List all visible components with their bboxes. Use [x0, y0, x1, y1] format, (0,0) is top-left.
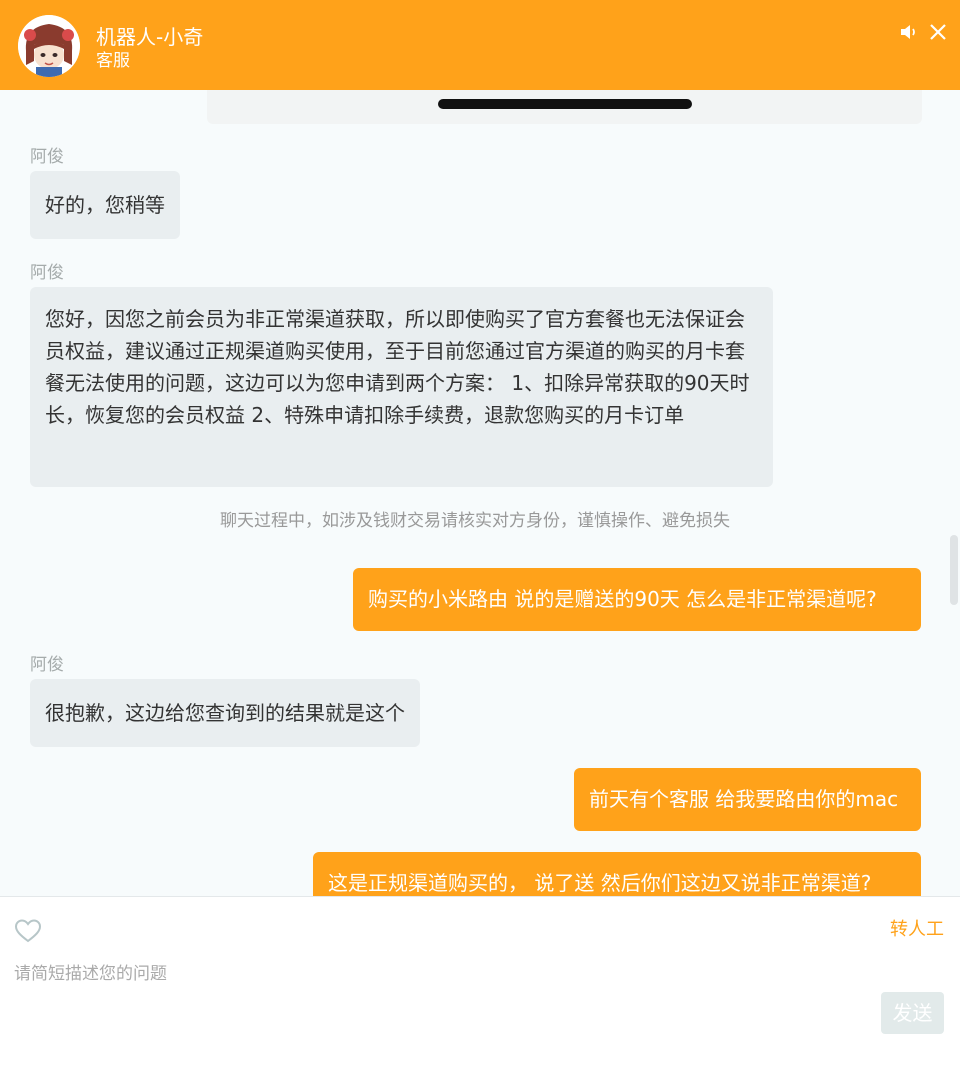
- safety-notice: 聊天过程中，如涉及钱财交易请核实对方身份，谨慎操作、避免损失: [220, 511, 730, 531]
- sender-name: 阿俊: [30, 655, 64, 675]
- outgoing-message: 购买的小米路由 说的是赠送的90天 怎么是非正常渠道呢?: [353, 568, 921, 631]
- image-content: [438, 99, 692, 109]
- message-input[interactable]: [14, 959, 874, 989]
- chat-title: 机器人-小奇: [96, 25, 204, 49]
- send-button[interactable]: 发送: [881, 992, 944, 1034]
- sender-name: 阿俊: [30, 263, 64, 283]
- incoming-message: 很抱歉，这边给您查询到的结果就是这个: [30, 679, 420, 747]
- chat-header: 机器人-小奇 客服: [0, 0, 960, 90]
- transfer-to-human-button[interactable]: 转人工: [890, 918, 944, 942]
- sender-name: 阿俊: [30, 147, 64, 167]
- chat-subtitle: 客服: [96, 51, 130, 71]
- scrollbar[interactable]: [950, 535, 958, 605]
- message-list[interactable]: 阿俊 好的，您稍等 阿俊 您好，因您之前会员为非正常渠道获取，所以即使购买了官方…: [0, 90, 960, 896]
- incoming-message: 好的，您稍等: [30, 171, 180, 239]
- composer: 转人工 发送: [0, 896, 960, 1080]
- incoming-message: 您好，因您之前会员为非正常渠道获取，所以即使购买了官方套餐也无法保证会员权益，建…: [30, 287, 773, 487]
- outgoing-message: 前天有个客服 给我要路由你的mac: [574, 768, 921, 831]
- outgoing-message: 这是正规渠道购买的， 说了送 然后你们这边又说非正常渠道?: [313, 852, 921, 896]
- speaker-icon[interactable]: [897, 20, 921, 44]
- bot-avatar: [18, 15, 80, 77]
- close-icon[interactable]: [926, 20, 950, 44]
- heart-icon[interactable]: [14, 917, 42, 945]
- image-message[interactable]: [207, 90, 922, 124]
